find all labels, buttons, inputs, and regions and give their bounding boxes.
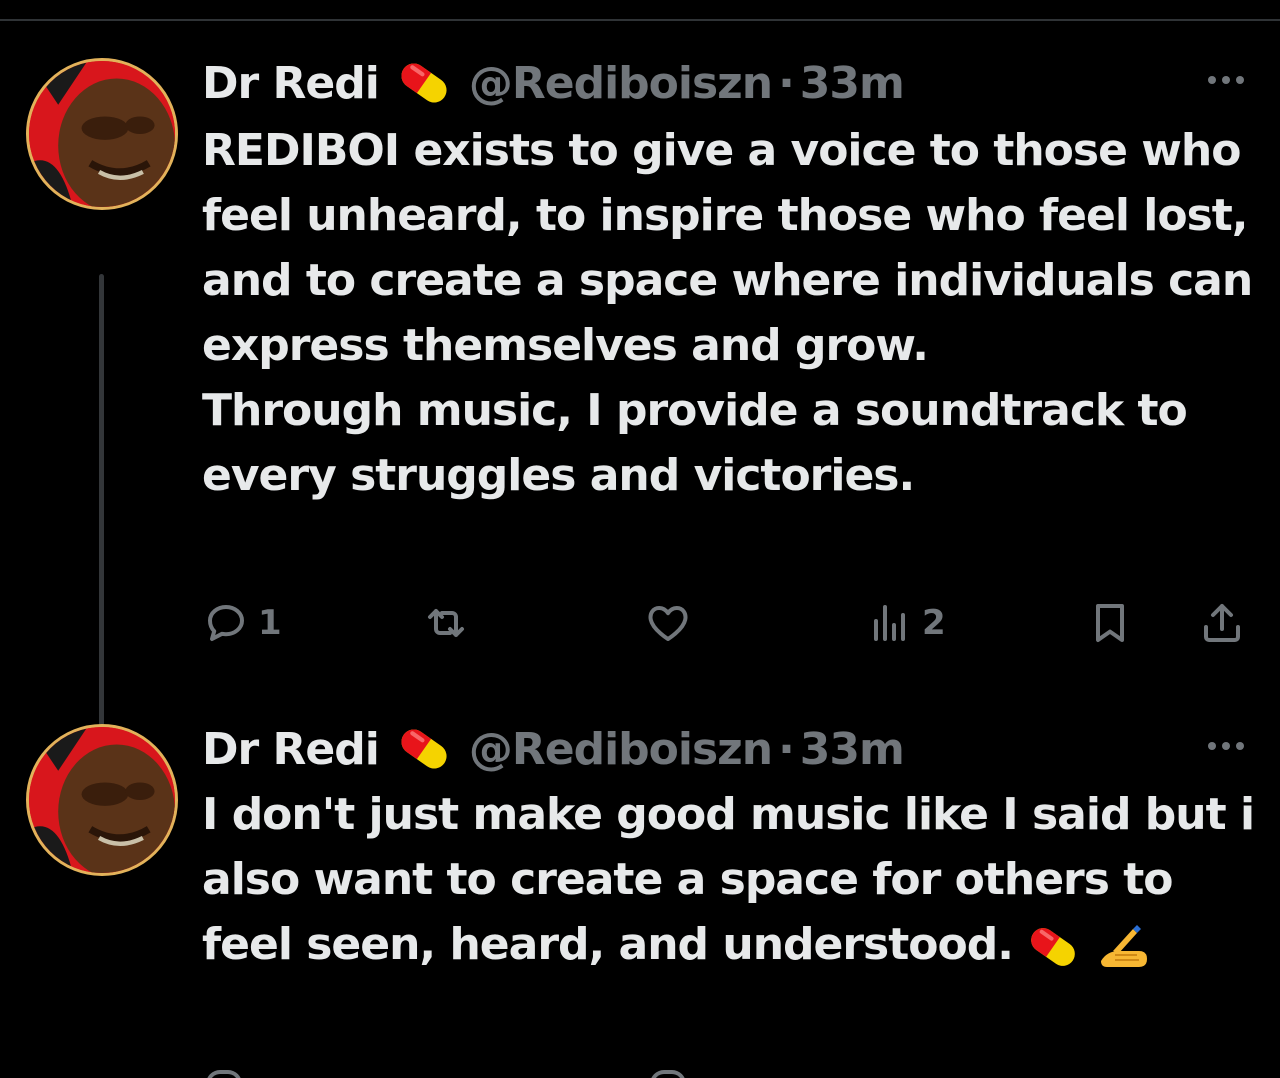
tweet-text: REDIBOI exists to give a voice to those … — [202, 125, 1253, 501]
tweet-actions: 1 2 — [202, 598, 1252, 648]
separator-dot: · — [778, 57, 795, 109]
tweet-header: Dr Redi @Rediboiszn · 33m — [202, 718, 905, 780]
tweet-header: Dr Redi @Rediboiszn · 33m — [202, 52, 905, 114]
reply-icon — [206, 1070, 242, 1078]
views-button[interactable]: 2 — [866, 598, 946, 648]
timestamp[interactable]: 33m — [800, 724, 905, 775]
tweet-text: I don't just make good music like I said… — [202, 782, 1262, 977]
avatar[interactable] — [26, 724, 178, 876]
author-handle[interactable]: @Rediboiszn — [469, 58, 773, 109]
bookmark-icon — [1096, 604, 1124, 642]
bookmark-button[interactable] — [1086, 598, 1134, 648]
pill-emoji-icon — [1023, 921, 1083, 973]
avatar[interactable] — [26, 58, 178, 210]
repost-button[interactable] — [422, 598, 478, 648]
reply-count: 1 — [258, 603, 282, 643]
share-button[interactable] — [1198, 598, 1246, 648]
pill-emoji-icon — [393, 721, 455, 777]
separator-dot: · — [778, 723, 795, 775]
repost-icon — [428, 609, 464, 637]
author-name[interactable]: Dr Redi — [202, 58, 380, 109]
analytics-icon — [874, 605, 905, 641]
heart-icon — [648, 606, 688, 641]
more-options-icon[interactable] — [1204, 68, 1248, 92]
writing-hand-emoji-icon — [1093, 921, 1153, 973]
author-name[interactable]: Dr Redi — [202, 724, 380, 775]
more-options-icon[interactable] — [1204, 734, 1248, 758]
pill-emoji-icon — [393, 55, 455, 111]
author-handle[interactable]: @Rediboiszn — [469, 724, 773, 775]
share-icon — [1204, 604, 1240, 642]
next-actions-peek — [202, 1066, 1252, 1078]
avatar-image — [29, 61, 175, 207]
views-count: 2 — [922, 603, 946, 643]
heart-icon — [650, 1070, 686, 1078]
timestamp[interactable]: 33m — [800, 58, 905, 109]
reply-button[interactable]: 1 — [202, 598, 282, 648]
like-button[interactable] — [644, 598, 700, 648]
top-divider — [0, 19, 1280, 21]
avatar-image — [29, 727, 175, 873]
reply-icon — [208, 605, 244, 641]
thread-connector-line — [99, 274, 104, 764]
